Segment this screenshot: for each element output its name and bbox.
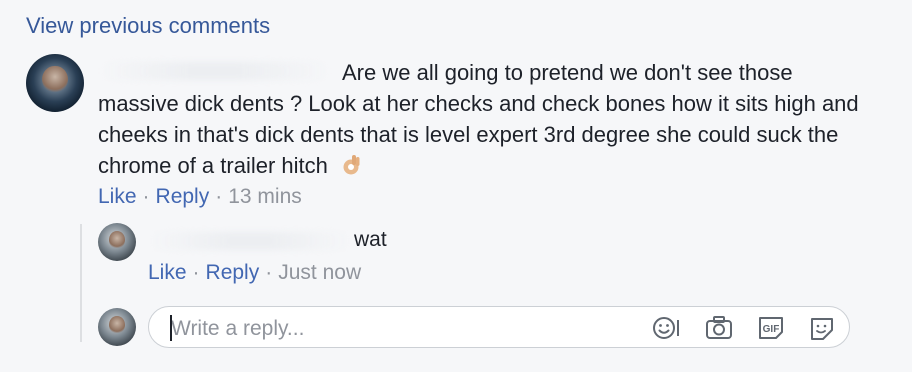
like-button[interactable]: Like — [98, 185, 137, 208]
camera-icon[interactable] — [704, 314, 734, 342]
comment-timestamp[interactable]: 13 mins — [228, 185, 302, 208]
reply-text: wat — [354, 228, 387, 251]
view-previous-comments-link[interactable]: View previous comments — [26, 13, 270, 39]
sticker-icon[interactable] — [807, 314, 837, 342]
reply-timestamp[interactable]: Just now — [278, 261, 361, 284]
current-user-avatar — [98, 308, 136, 346]
reply-actions: Like · Reply · Just now — [148, 261, 362, 284]
svg-text:GIF: GIF — [763, 324, 780, 335]
reply-thread-line — [80, 224, 82, 342]
commenter-avatar[interactable] — [26, 54, 84, 112]
reply-composer[interactable]: GIF — [148, 306, 850, 348]
replier-name-redacted — [150, 232, 350, 250]
comment-actions: Like · Reply · 13 mins — [98, 185, 302, 208]
gif-icon[interactable]: GIF — [756, 314, 786, 342]
reply-like-button[interactable]: Like — [148, 261, 187, 284]
emoji-icon[interactable] — [651, 314, 681, 342]
reply-input[interactable] — [169, 315, 613, 343]
comment-text-line1: Are we all going to pretend we don't see… — [342, 60, 793, 85]
reply-button[interactable]: Reply — [156, 185, 210, 208]
comment-body: Are we all going to pretend we don't see… — [98, 57, 868, 181]
comment-text-rest: massive dick dents ? Look at her checks … — [98, 91, 859, 178]
reply-reply-button[interactable]: Reply — [206, 261, 260, 284]
text-caret — [170, 315, 172, 341]
replier-avatar[interactable] — [98, 223, 136, 261]
ok-hand-icon — [342, 153, 362, 177]
